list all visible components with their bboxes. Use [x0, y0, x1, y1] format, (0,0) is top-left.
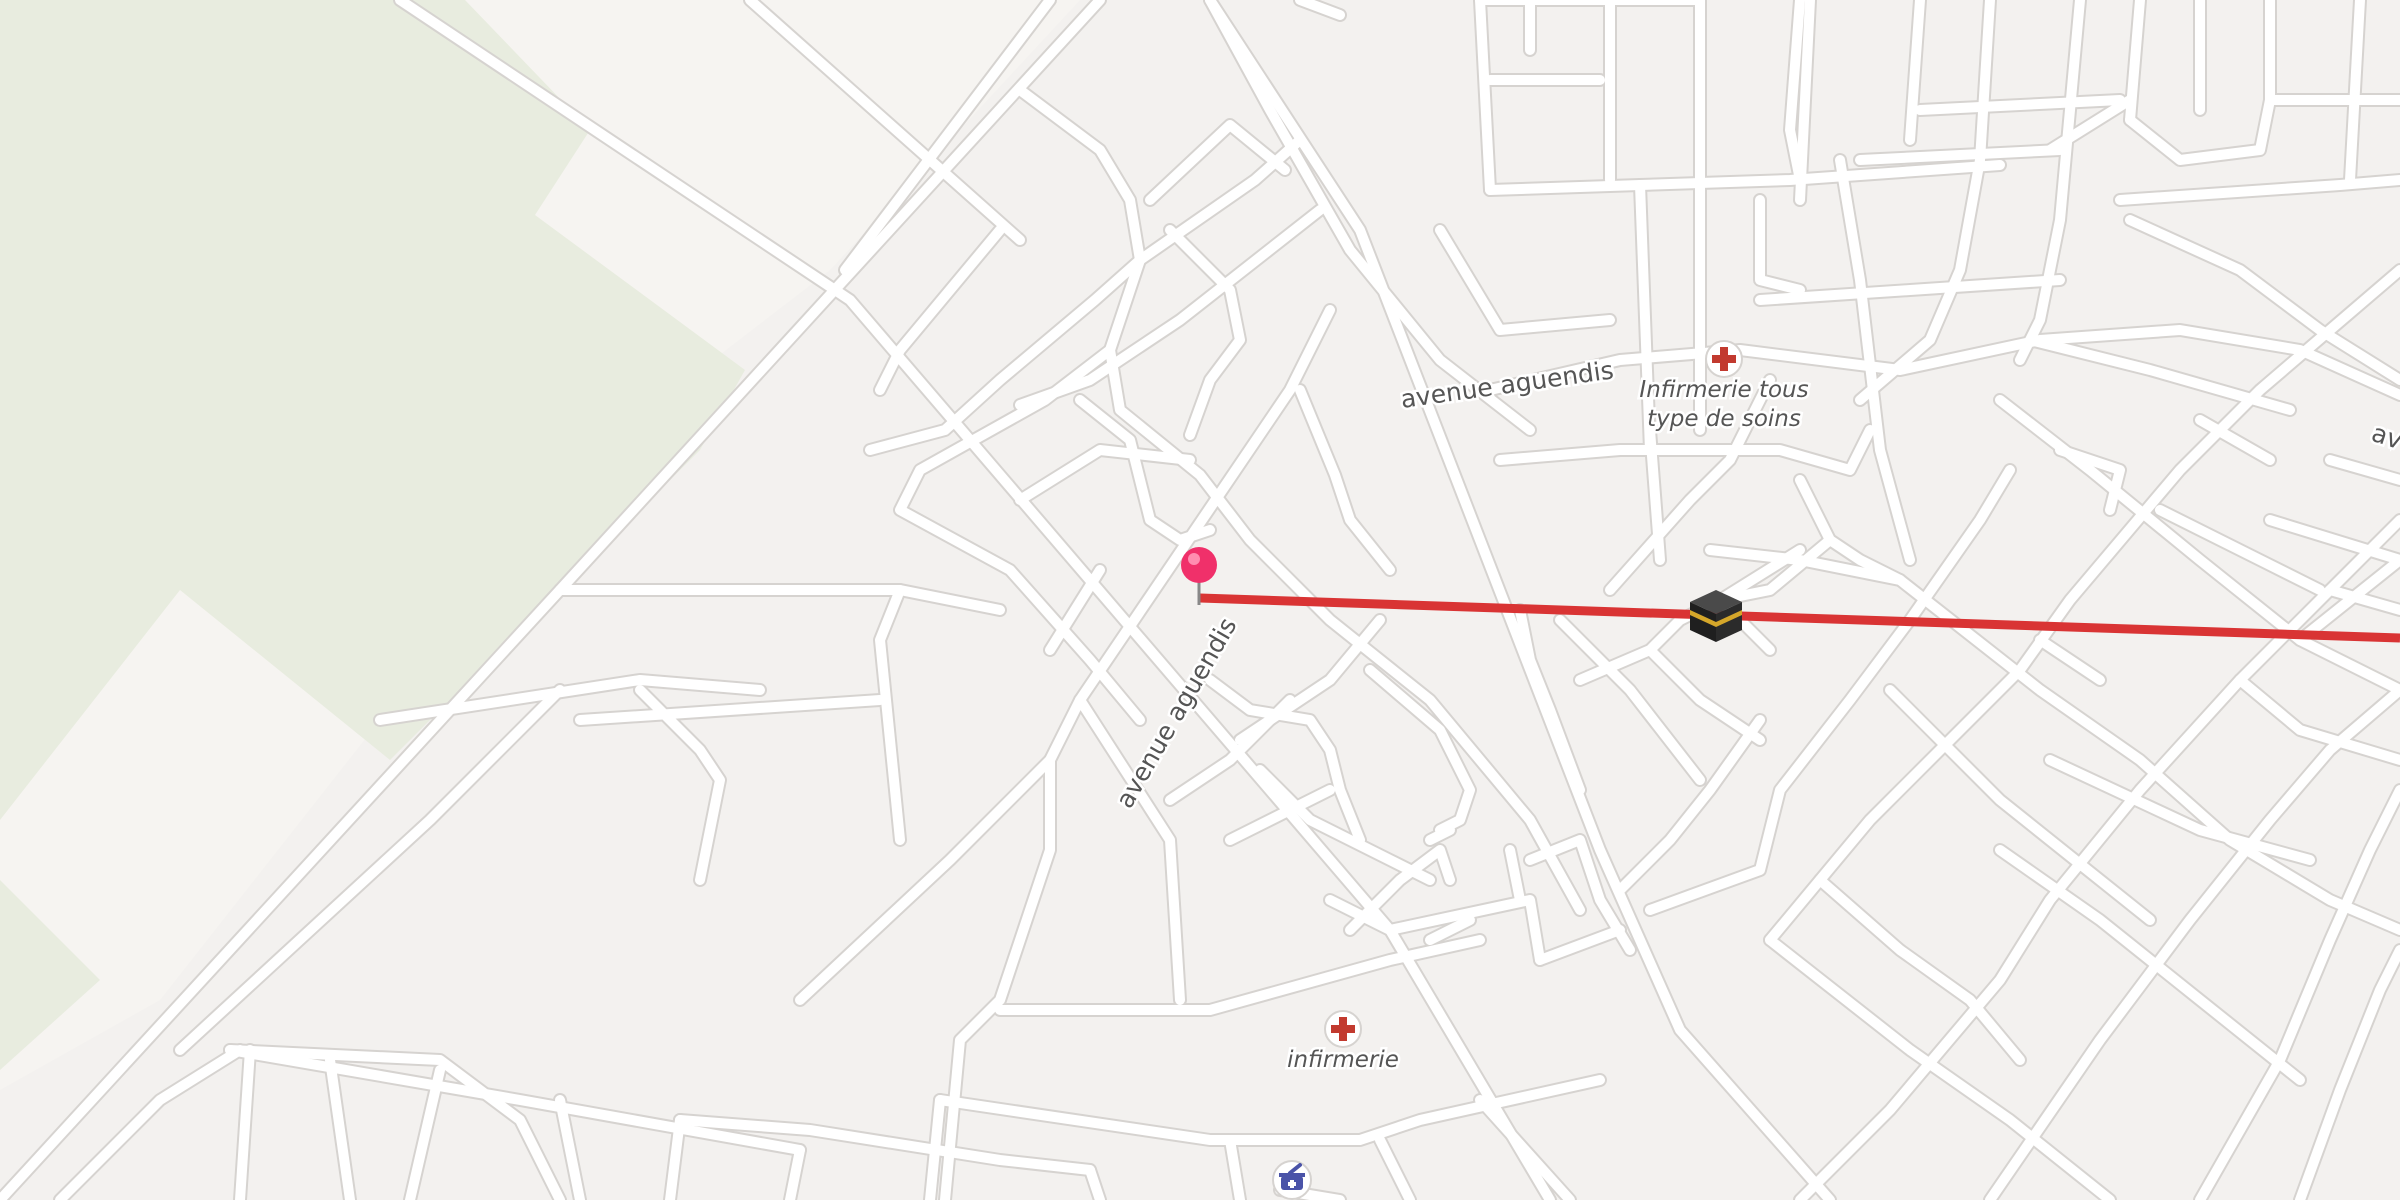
poi-pharmacy[interactable]: [1272, 1160, 1312, 1200]
poi-label-infirmerie: infirmerie: [1287, 1047, 1399, 1073]
poi-label-line2: type de soins: [1647, 406, 1801, 432]
pharmacy-mortar-icon: [1272, 1160, 1312, 1200]
medical-cross-icon: [1705, 340, 1743, 378]
medical-cross-icon: [1324, 1010, 1362, 1048]
map-canvas[interactable]: avenue aguendis avenue aguendis av Infir…: [0, 0, 2400, 1200]
poi-label-line1: Infirmerie tous: [1639, 377, 1808, 403]
map-view[interactable]: avenue aguendis avenue aguendis av Infir…: [0, 0, 2400, 1200]
